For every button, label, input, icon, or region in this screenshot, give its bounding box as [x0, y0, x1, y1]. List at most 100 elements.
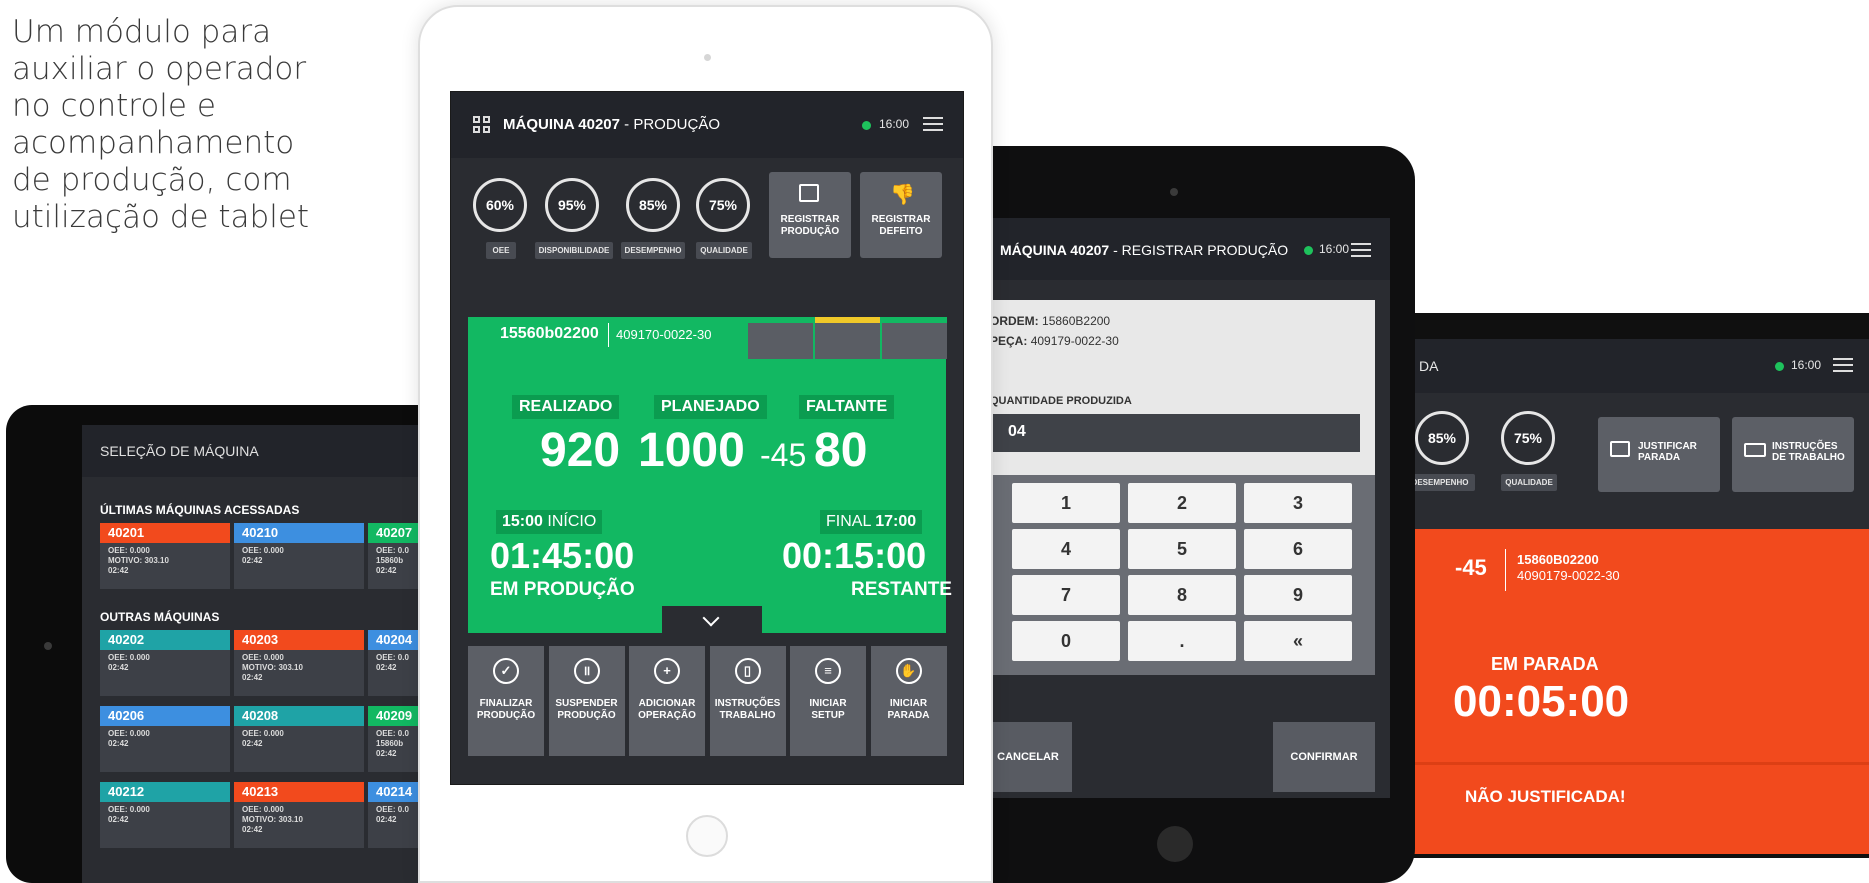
keypad-key[interactable]: 1 [1012, 483, 1120, 523]
availability-ring: 95% [545, 178, 599, 232]
action-adicionar-button[interactable]: + ADICIONAR OPERAÇÃO [629, 646, 705, 756]
chevron-down-icon [702, 609, 720, 627]
operation-tab-2[interactable] [815, 317, 880, 359]
machine-details: OEE: 0.000 02:42 [234, 543, 364, 566]
remaining-timer: 00:15:00 [782, 535, 927, 576]
action-label: SUSPENDER PRODUÇÃO [555, 698, 618, 721]
book-icon: ▯ [734, 658, 761, 684]
tablet-camera [704, 54, 711, 61]
keypad-key[interactable]: 9 [1244, 575, 1352, 615]
machine-id: 40212 [100, 782, 230, 802]
action-instruções-button[interactable]: ▯ INSTRUÇÕES TRABALHO [709, 646, 786, 756]
planned-label: PLANEJADO [654, 395, 767, 419]
keypad-key[interactable]: 7 [1012, 575, 1120, 615]
machine-details: OEE: 0.000 02:42 [100, 650, 230, 673]
machine-id: 40214 [368, 782, 422, 802]
machine-card[interactable]: 40212 OEE: 0.000 02:42 [100, 782, 230, 848]
machine-detail-line: OEE: 0.000 [242, 805, 284, 814]
action-iniciar-button[interactable]: ✋ INICIAR PARADA [870, 646, 947, 756]
work-instructions-button[interactable]: INSTRUÇÕES DE TRABALHO [1732, 417, 1854, 492]
order-value: 15860B2200 [1042, 314, 1111, 328]
screen-mode: - PRODUÇÃO [619, 116, 720, 133]
action-iniciar-button[interactable]: ≡ INICIAR SETUP [790, 646, 866, 756]
machine-id: 40201 [100, 523, 230, 543]
machine-id: 40206 [100, 706, 230, 726]
machine-card[interactable]: 40203 OEE: 0.000 MOTIVO: 303.10 02:42 [234, 630, 364, 696]
machine-card[interactable]: 40213 OEE: 0.000 MOTIVO: 303.10 02:42 [234, 782, 364, 848]
machine-detail-line: OEE: 0.0 [376, 653, 409, 662]
machine-detail-line: OEE: 0.000 [108, 729, 150, 738]
machine-card[interactable]: 40206 OEE: 0.000 02:42 [100, 706, 230, 772]
machine-card[interactable]: 40210 OEE: 0.000 02:42 [234, 523, 364, 589]
machine-details: OEE: 0.000 02:42 [234, 726, 364, 749]
machine-id: 40209 [368, 706, 422, 726]
book-icon [1744, 443, 1766, 457]
machine-detail-line: 02:42 [242, 556, 263, 565]
machine-detail-line: 02:42 [376, 815, 397, 824]
action-finalizar-button[interactable]: ✓ FINALIZAR PRODUÇÃO [468, 646, 544, 756]
kpi-ring: 75% [1501, 411, 1555, 465]
machine-card[interactable]: 40208 OEE: 0.000 02:42 [234, 706, 364, 772]
machine-card[interactable]: 40207 OEE: 0.0 15860b 02:42 [368, 523, 422, 589]
expand-panel-toggle[interactable] [662, 606, 762, 636]
machine-detail-line: 02:42 [108, 663, 129, 672]
stop-header: DA 16:00 [1413, 339, 1869, 393]
comment-icon [1610, 441, 1630, 457]
intro-line: de produção, com [12, 162, 292, 198]
oee-ring: 60% [473, 178, 527, 232]
menu-icon[interactable] [923, 117, 943, 131]
order-number: 15560b02200 [500, 325, 599, 342]
register-production-button[interactable]: REGISTRAR PRODUÇÃO [769, 172, 851, 258]
action-label: ADICIONAR OPERAÇÃO [638, 698, 696, 721]
operation-tab-3[interactable] [882, 317, 947, 359]
keypad-key[interactable]: 2 [1128, 483, 1236, 523]
menu-icon[interactable] [1351, 243, 1371, 257]
performance-label: DESEMPENHO [621, 242, 685, 259]
stop-screen: DA 16:00 85% DESEMPENHO 75% QUALIDADE JU… [1413, 339, 1869, 854]
machine-id: 40208 [234, 706, 364, 726]
machine-id: 40203 [234, 630, 364, 650]
register-defect-button[interactable]: 👎 REGISTRAR DEFEITO [860, 172, 942, 258]
keypad-key[interactable]: 5 [1128, 529, 1236, 569]
machine-detail-line: 15860b [376, 739, 404, 748]
machine-details: OEE: 0.0 02:42 [368, 802, 422, 825]
machine-card[interactable]: 40214 OEE: 0.0 02:42 [368, 782, 422, 848]
justify-stop-button[interactable]: JUSTIFICAR PARADA [1598, 417, 1720, 492]
pause-circle-icon: ॥ [573, 658, 600, 684]
menu-icon[interactable] [1833, 358, 1853, 372]
machine-details: OEE: 0.0 15860b 02:42 [368, 543, 422, 576]
grid-icon[interactable] [473, 116, 491, 134]
machine-id: 40210 [234, 523, 364, 543]
keypad-key[interactable]: 3 [1244, 483, 1352, 523]
home-button[interactable] [1157, 826, 1193, 862]
intro-line: no controle e [12, 88, 216, 124]
keypad-key[interactable]: 6 [1244, 529, 1352, 569]
machine-card[interactable]: 40201 OEE: 0.000 MOTIVO: 303.10 02:42 [100, 523, 230, 589]
machine-detail-line: 02:42 [108, 815, 129, 824]
online-status-dot [862, 121, 871, 130]
machine-detail-line: OEE: 0.000 [242, 546, 284, 555]
kpi-ring: 85% [1415, 411, 1469, 465]
confirm-button[interactable]: CONFIRMAR [1273, 722, 1375, 792]
quantity-input[interactable]: 04 [990, 414, 1360, 452]
action-suspender-button[interactable]: ॥ SUSPENDER PRODUÇÃO [548, 646, 625, 756]
machine-details: OEE: 0.000 MOTIVO: 303.10 02:42 [234, 802, 364, 835]
machine-id: 40204 [368, 630, 422, 650]
keypad-key[interactable]: « [1244, 621, 1352, 661]
machine-detail-line: 02:42 [108, 566, 129, 575]
keypad-key[interactable]: 0 [1012, 621, 1120, 661]
home-button[interactable] [686, 815, 728, 857]
machine-id: 40202 [100, 630, 230, 650]
machine-card[interactable]: 40204 OEE: 0.0 02:42 [368, 630, 422, 696]
machine-detail-line: 02:42 [376, 663, 397, 672]
stop-timer: 00:05:00 [1453, 677, 1630, 726]
keypad-key[interactable]: . [1128, 621, 1236, 661]
keypad-key[interactable]: 8 [1128, 575, 1236, 615]
not-justified-warning: NÃO JUSTIFICADA! [1465, 787, 1626, 806]
recent-machines-heading: ÚLTIMAS MÁQUINAS ACESSADAS [100, 503, 300, 517]
keypad-key[interactable]: 4 [1012, 529, 1120, 569]
operation-tab-1[interactable] [748, 317, 813, 359]
machine-card[interactable]: 40202 OEE: 0.000 02:42 [100, 630, 230, 696]
missing-value: 80 [814, 424, 868, 477]
machine-card[interactable]: 40209 OEE: 0.0 15860b 02:42 [368, 706, 422, 772]
